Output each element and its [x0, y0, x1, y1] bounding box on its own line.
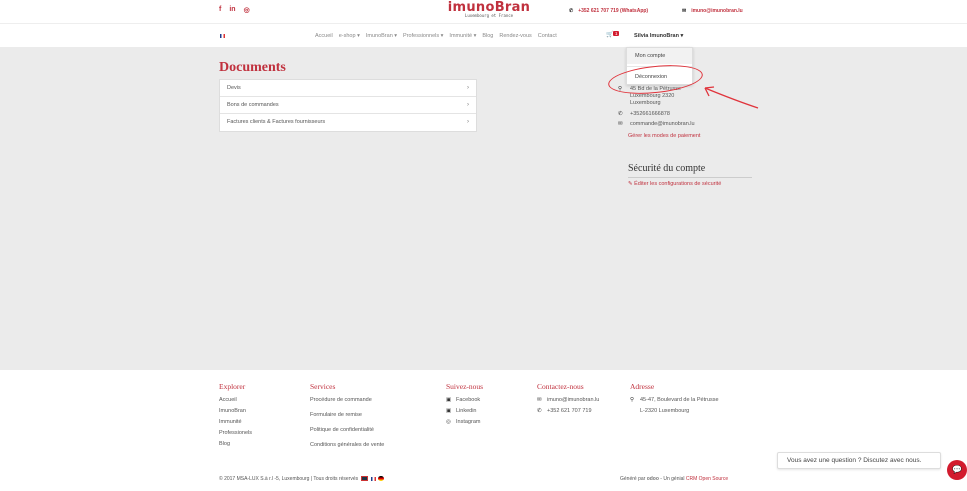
linkedin-icon: ▣	[446, 408, 452, 414]
france-flag-icon	[220, 33, 225, 38]
footer-email[interactable]: ✉ imuno@imunobran.lu	[537, 397, 599, 403]
footer-link-confidentialite[interactable]: Politique de confidentialité	[310, 427, 384, 433]
footer-link-procedure[interactable]: Procédure de commande	[310, 397, 384, 403]
site-logo[interactable]: imunoBran Luxembourg et France	[444, 0, 534, 18]
nav-item-accueil[interactable]: Accueil	[315, 33, 333, 39]
cart-count-badge: 1	[613, 31, 619, 36]
document-row-devis[interactable]: Devis ›	[220, 80, 476, 97]
phone-icon: ✆	[618, 111, 623, 117]
footer-copyright: © 2017 MSA-LUX S.à r.l -5, Luxembourg | …	[219, 476, 385, 482]
footer-link-accueil[interactable]: Accueil	[219, 397, 252, 403]
facebook-icon[interactable]: f	[219, 6, 221, 14]
user-menu-toggle[interactable]: Silvia ImunoBran ▾	[634, 33, 683, 39]
footer-link-cgv[interactable]: Conditions générales de vente	[310, 442, 384, 448]
uk-flag-icon[interactable]	[360, 476, 368, 482]
chevron-right-icon: ›	[467, 102, 469, 108]
france-flag-icon[interactable]	[370, 476, 376, 481]
cart-icon: 🛒	[606, 32, 614, 38]
nav-item-blog[interactable]: Blog	[482, 33, 493, 39]
site-footer: Explorer Accueil ImunoBran Immunité Prof…	[0, 370, 967, 491]
my-account-link[interactable]: Mon compte	[627, 48, 692, 64]
facebook-icon: ▣	[446, 397, 452, 403]
chat-bubble-icon[interactable]: 💬	[947, 460, 967, 480]
language-selector[interactable]	[220, 33, 225, 39]
document-row-bons-de-commandes[interactable]: Bons de commandes ›	[220, 97, 476, 114]
instagram-icon[interactable]: ◎	[244, 6, 250, 14]
footer-explorer: Explorer Accueil ImunoBran Immunité Prof…	[219, 382, 253, 447]
security-section-title: Sécurité du compte	[628, 163, 752, 178]
account-email: ✉ commande@imunobran.lu	[618, 121, 695, 127]
footer-link-imunobran[interactable]: ImunoBran	[219, 408, 252, 414]
footer-generated-by: Généré par odoo - Un génial CRM Open Sou…	[620, 476, 729, 482]
footer-link-professionels[interactable]: Professionels	[219, 430, 252, 436]
social-links: f in ◎	[219, 6, 250, 14]
footer-linkedin[interactable]: ▣ Linkedin	[446, 408, 483, 414]
crm-open-source-link[interactable]: CRM Open Source	[686, 476, 728, 482]
chevron-right-icon: ›	[467, 119, 469, 125]
odoo-logo[interactable]: odoo	[647, 476, 659, 482]
footer-phone[interactable]: ✆ +352 621 707 719	[537, 408, 599, 414]
footer-address-line2: L-2320 Luxembourg	[640, 408, 690, 414]
documents-title: Documents	[219, 60, 286, 75]
footer-instagram[interactable]: ◎ Instagram	[446, 419, 483, 425]
footer-services: Services Procédure de commande Formulair…	[310, 382, 385, 448]
footer-address: Adresse ⚲ 45-47, Boulevard de la Pétrusse…	[630, 382, 719, 414]
nav-item-imunobran[interactable]: ImunoBran ▾	[366, 33, 397, 39]
germany-flag-icon[interactable]	[378, 476, 385, 482]
manage-payment-methods-link[interactable]: Gérer les modes de paiement	[628, 133, 752, 139]
cart-button[interactable]: 🛒 1	[606, 31, 619, 38]
phone-icon: ✆	[537, 408, 542, 414]
envelope-icon: ✉	[682, 8, 687, 14]
chevron-right-icon: ›	[467, 85, 469, 91]
main-menu: Accueil e-shop ▾ ImunoBran ▾ Professionn…	[315, 33, 557, 39]
instagram-icon: ◎	[446, 419, 451, 425]
envelope-icon: ✉	[618, 121, 623, 127]
map-marker-icon: ⚲	[630, 397, 635, 403]
phone-icon: ✆	[569, 8, 574, 14]
main-navbar: Accueil e-shop ▾ ImunoBran ▾ Professionn…	[0, 23, 967, 47]
linkedin-icon[interactable]: in	[229, 6, 235, 14]
footer-address-line1: ⚲ 45-47, Boulevard de la Pétrusse	[630, 397, 719, 403]
footer-link-remise[interactable]: Formulaire de remise	[310, 412, 384, 418]
footer-link-immunite[interactable]: Immunité	[219, 419, 252, 425]
envelope-icon: ✉	[537, 397, 542, 403]
annotation-arrow	[704, 86, 759, 109]
footer-contact: Contactez-nous ✉ imuno@imunobran.lu ✆ +352…	[537, 382, 600, 414]
header-phone[interactable]: ✆ +352 621 707 719 (WhatsApp)	[569, 8, 648, 14]
top-bar: f in ◎ imunoBran Luxembourg et France ✆ +…	[0, 0, 967, 23]
live-chat-prompt[interactable]: Vous avez une question ? Discutez avec n…	[777, 452, 941, 469]
nav-item-contact[interactable]: Contact	[538, 33, 557, 39]
document-row-factures[interactable]: Factures clients & Factures fournisseurs…	[220, 114, 476, 131]
nav-item-professionnels[interactable]: Professionnels ▾	[403, 33, 443, 39]
nav-item-rendez-vous[interactable]: Rendez-vous	[499, 33, 531, 39]
pencil-icon: ✎	[628, 181, 633, 187]
nav-item-immunite[interactable]: Immunité ▾	[449, 33, 476, 39]
brand-name: imunoBran	[447, 0, 531, 15]
footer-link-blog[interactable]: Blog	[219, 441, 252, 447]
edit-security-settings-link[interactable]: ✎ Éditer les configurations de sécurité	[628, 181, 721, 187]
documents-list: Devis › Bons de commandes › Factures cli…	[219, 79, 477, 132]
footer-facebook[interactable]: ▣ Facebook	[446, 397, 483, 403]
nav-item-eshop[interactable]: e-shop ▾	[339, 33, 360, 39]
footer-follow: Suivez-nous ▣ Facebook ▣ Linkedin ◎ Instagr…	[446, 382, 484, 425]
header-email[interactable]: ✉ imuno@imunobran.lu	[682, 8, 743, 14]
